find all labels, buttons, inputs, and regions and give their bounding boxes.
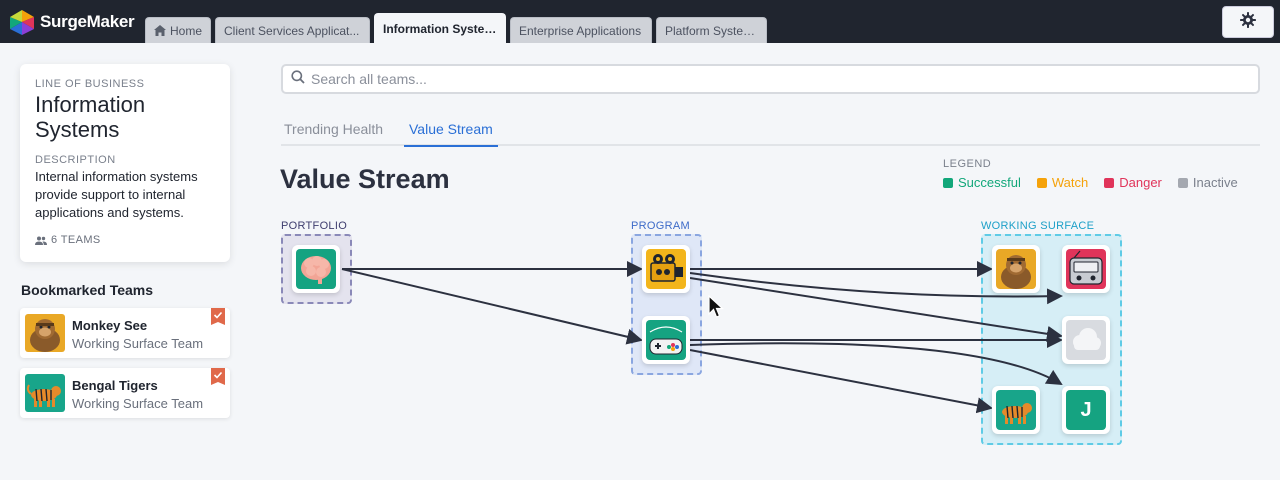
tab-home-label: Home	[170, 24, 203, 38]
legend-label: Successful	[958, 175, 1021, 190]
bookmark-card-bengal-tigers[interactable]: Bengal Tigers Working Surface Team	[20, 368, 230, 418]
tab-platform-systems[interactable]: Platform Systems	[656, 17, 767, 43]
working-surface-label: WORKING SURFACE	[981, 220, 1095, 232]
tab-information-systems[interactable]: Information Systems	[374, 13, 506, 43]
view-tabs: Trending Health Value Stream	[281, 116, 1260, 147]
gamepad-icon	[646, 320, 686, 360]
brand-logo[interactable]: SurgeMaker	[8, 8, 135, 36]
legend: Successful Watch Danger Inactive	[943, 175, 1254, 190]
camera-icon	[646, 249, 686, 289]
logo-mark-icon	[8, 8, 36, 36]
bookmark-subtitle: Working Surface Team	[72, 336, 204, 351]
legend-caption: LEGEND	[943, 158, 992, 170]
value-stream-title: Value Stream	[280, 164, 450, 194]
radio-icon	[1066, 249, 1106, 289]
tab-value-stream[interactable]: Value Stream	[404, 121, 498, 147]
letter-j-label: J	[1080, 398, 1092, 421]
working-node-tiger[interactable]	[992, 386, 1040, 434]
legend-danger: Danger	[1104, 175, 1162, 190]
tab-information-systems-label: Information Systems	[383, 22, 502, 36]
portfolio-label: PORTFOLIO	[281, 220, 348, 232]
top-bar: SurgeMaker Home Client Services Applicat…	[0, 0, 1280, 43]
legend-label: Inactive	[1192, 175, 1238, 190]
legend-label: Watch	[1051, 175, 1089, 190]
legend-successful: Successful	[943, 175, 1021, 190]
people-icon	[35, 236, 47, 245]
settings-button[interactable]	[1222, 6, 1274, 38]
legend-swatch	[943, 177, 953, 188]
bookmark-name: Bengal Tigers	[72, 378, 158, 393]
tab-home[interactable]: Home	[145, 17, 211, 43]
teams-count: 6 TEAMS	[35, 234, 215, 246]
working-node-monkey[interactable]	[992, 245, 1040, 293]
lob-description: Internal information systems provide sup…	[35, 169, 198, 220]
working-node-j[interactable]: J	[1062, 386, 1110, 434]
tab-client-services[interactable]: Client Services Applicat...	[215, 17, 370, 43]
legend-inactive: Inactive	[1177, 175, 1238, 190]
description-caption: DESCRIPTION	[35, 154, 116, 166]
search-icon	[291, 69, 305, 89]
bookmarked-teams-heading: Bookmarked Teams	[21, 282, 154, 298]
legend-swatch	[1036, 177, 1047, 188]
cloud-icon	[1066, 320, 1106, 360]
program-node-gamepad[interactable]	[642, 316, 690, 364]
monkey-icon	[996, 249, 1036, 289]
lob-caption: LINE OF BUSINESS	[35, 78, 145, 90]
search-input[interactable]	[311, 71, 1211, 87]
tab-platform-systems-label: Platform Systems	[665, 24, 760, 38]
tab-trending-health[interactable]: Trending Health	[284, 121, 383, 145]
legend-swatch	[1177, 177, 1188, 188]
brand-name: SurgeMaker	[40, 12, 135, 31]
home-icon	[154, 19, 166, 43]
monkey-avatar	[25, 314, 65, 352]
mouse-pointer-icon	[708, 294, 725, 324]
tab-enterprise-applications-label: Enterprise Applications	[519, 24, 642, 38]
search-bar[interactable]	[281, 64, 1260, 94]
gear-icon	[1240, 11, 1256, 33]
bookmark-flag-icon[interactable]	[211, 368, 225, 385]
brain-icon	[296, 249, 336, 289]
line-of-business-card: LINE OF BUSINESS Information Systems DES…	[20, 64, 230, 262]
lob-title: Information Systems	[35, 92, 146, 142]
working-node-radio[interactable]	[1062, 245, 1110, 293]
teams-count-label: 6 TEAMS	[51, 234, 101, 246]
bookmark-name: Monkey See	[72, 318, 148, 333]
tiger-avatar	[25, 374, 65, 412]
program-label: PROGRAM	[631, 220, 690, 232]
bookmark-card-monkey-see[interactable]: Monkey See Working Surface Team	[20, 308, 230, 358]
bookmark-flag-icon[interactable]	[211, 308, 225, 325]
program-node-camera[interactable]	[642, 245, 690, 293]
legend-swatch	[1104, 177, 1115, 188]
tiger-icon	[996, 390, 1036, 430]
legend-label: Danger	[1119, 175, 1162, 190]
tab-client-services-label: Client Services Applicat...	[224, 24, 360, 38]
working-node-cloud[interactable]	[1062, 316, 1110, 364]
legend-watch: Watch	[1036, 175, 1089, 190]
letter-j-icon: J	[1066, 390, 1106, 430]
bookmark-subtitle: Working Surface Team	[72, 396, 204, 411]
tab-enterprise-applications[interactable]: Enterprise Applications	[510, 17, 652, 43]
portfolio-node-brain[interactable]	[292, 245, 340, 293]
